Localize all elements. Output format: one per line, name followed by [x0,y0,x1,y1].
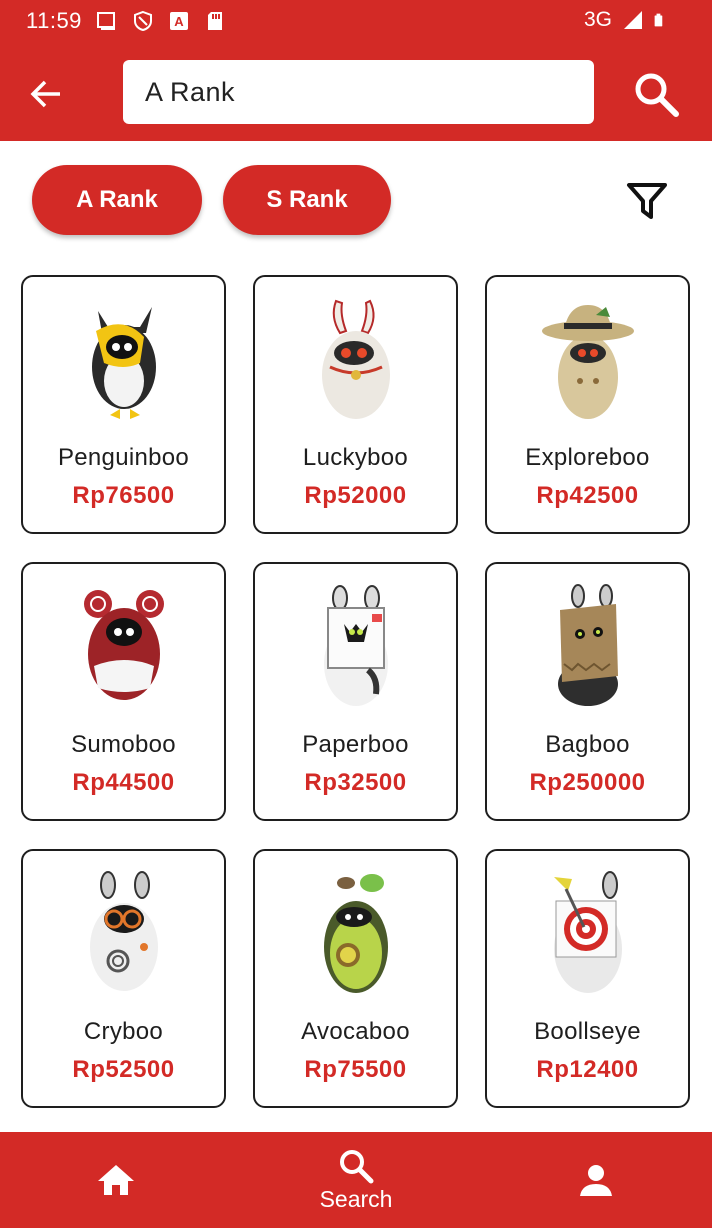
filter-button[interactable] [622,176,672,226]
item-price: Rp76500 [72,482,175,509]
item-name: Boollseye [534,1018,641,1045]
item-name: Luckyboo [302,444,409,471]
status-bar: 11:59 A 3G [0,0,712,44]
chip-s-rank[interactable]: S Rank [223,165,391,235]
bagboo-image [557,584,618,706]
item-price: Rp75500 [304,1056,407,1083]
cryboo-image [89,871,158,991]
search-button[interactable] [628,66,684,122]
item-name: Cryboo [83,1018,164,1045]
item-price: Rp250000 [529,769,646,796]
item-card[interactable]: Boollseye Rp12400 [485,849,690,1108]
nav-home[interactable] [76,1132,156,1228]
exploreboo-image [541,305,634,419]
status-icons-right: 3G [584,8,668,32]
boollseye-image [553,871,622,993]
item-price: Rp44500 [72,769,175,796]
network-label: 3G [583,8,612,31]
item-price: Rp42500 [536,482,639,509]
svg-text:A: A [174,14,184,29]
chip-a-rank[interactable]: A Rank [32,165,202,235]
item-price: Rp52000 [304,482,407,509]
item-name: Avocaboo [301,1018,410,1045]
item-grid: Penguinboo Rp76500 Luckyboo Rp52000 Expl… [21,275,691,1108]
item-card[interactable]: Bagboo Rp250000 [485,562,690,821]
item-card[interactable]: Penguinboo Rp76500 [21,275,226,534]
item-name: Paperboo [302,731,409,758]
signal-icon [624,11,642,29]
search-box[interactable] [123,60,594,124]
item-price: Rp12400 [536,1056,639,1083]
item-name: Sumoboo [71,731,176,758]
nav-profile[interactable] [556,1132,636,1228]
person-icon [580,1165,612,1196]
luckyboo-image [321,299,390,419]
search-icon [635,73,679,117]
item-card[interactable]: Sumoboo Rp44500 [21,562,226,821]
penguinboo-image [91,307,156,419]
item-card[interactable]: Paperboo Rp32500 [253,562,458,821]
battery-icon [654,13,663,27]
sd-card-icon [208,12,222,30]
funnel-icon [627,183,667,219]
status-icons-left: A [96,10,226,32]
a-badge-icon: A [170,12,188,30]
item-name: Bagboo [545,731,630,758]
bottom-nav: Search [0,1132,712,1228]
home-icon [98,1165,134,1195]
back-button[interactable] [24,72,68,116]
search-icon [340,1149,374,1183]
shield-icon [134,10,152,32]
item-card[interactable]: Cryboo Rp52500 [21,849,226,1108]
nav-search-label: Search [319,1185,393,1212]
nav-search[interactable]: Search [296,1132,416,1228]
screen-icon [97,12,115,30]
app-bar [0,44,712,141]
arrow-left-icon [30,80,60,108]
item-card[interactable]: Luckyboo Rp52000 [253,275,458,534]
item-card[interactable]: Exploreboo Rp42500 [485,275,690,534]
sumoboo-image [83,590,164,700]
item-name: Exploreboo [525,444,650,471]
search-input[interactable] [145,76,572,108]
item-price: Rp52500 [72,1056,175,1083]
item-card[interactable]: Avocaboo Rp75500 [253,849,458,1108]
avocaboo-image [323,874,388,993]
item-name: Penguinboo [57,444,190,471]
paperboo-image [323,585,388,706]
item-price: Rp32500 [304,769,407,796]
status-time: 11:59 [26,8,82,33]
